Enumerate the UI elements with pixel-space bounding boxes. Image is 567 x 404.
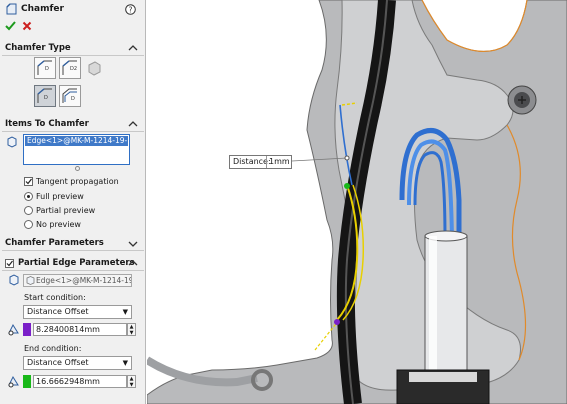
part-model-graphic <box>147 0 567 404</box>
full-preview-label: Full preview <box>36 192 84 201</box>
chamfer-type-offset-face-button[interactable]: D <box>59 85 81 107</box>
panel-title: Chamfer <box>21 4 64 14</box>
listbox-resize-handle[interactable] <box>75 166 80 171</box>
vertex-chamfer-icon[interactable] <box>86 60 102 76</box>
no-preview-label: No preview <box>36 220 81 229</box>
edge-selection-icon <box>7 136 17 148</box>
svg-text:D: D <box>71 96 75 102</box>
section-items-to-chamfer[interactable]: Items To Chamfer <box>2 117 144 132</box>
end-distance-spinner[interactable]: ▲ ▼ <box>127 375 136 388</box>
ok-check-icon[interactable] <box>5 20 16 31</box>
end-color-swatch <box>23 375 31 388</box>
partial-preview-label: Partial preview <box>36 206 96 215</box>
partial-edge-checkbox[interactable] <box>5 259 14 268</box>
edge-icon <box>9 274 19 286</box>
chamfer-feature-icon <box>6 3 17 15</box>
section-partial-edge-parameters[interactable]: Partial Edge Parameters <box>2 256 144 271</box>
end-condition-select[interactable]: Distance Offset ▼ <box>23 356 132 370</box>
chevron-up-icon[interactable] <box>128 117 138 132</box>
distance-distance-icon: D2 <box>62 60 77 75</box>
selected-edge-item[interactable]: Edge<1>@MK-M-1214-19-1 <box>25 136 128 146</box>
check-icon <box>6 260 13 267</box>
chevron-up-icon[interactable] <box>128 256 138 271</box>
graphics-viewport[interactable] <box>147 0 567 404</box>
svg-text:D: D <box>44 95 48 101</box>
distance-callout-value[interactable]: 1mm <box>266 156 291 168</box>
distance-callout[interactable]: Distance: 1mm <box>229 155 292 169</box>
partial-edge-field[interactable]: Edge<1>@MK-M-1214-19- <box>23 274 132 287</box>
property-manager-panel: Chamfer ? Chamfer Type D D2 D D Items To… <box>0 0 146 404</box>
end-distance-input[interactable]: 16.6662948mm <box>33 375 127 388</box>
start-distance-icon <box>8 323 19 336</box>
start-distance-spinner[interactable]: ▲ ▼ <box>127 323 136 336</box>
end-condition-label: End condition: <box>24 344 82 353</box>
edge-selection-listbox[interactable]: Edge<1>@MK-M-1214-19-1 <box>23 134 130 165</box>
start-color-swatch <box>23 323 31 336</box>
partial-edge-value: Edge<1>@MK-M-1214-19- <box>36 276 132 285</box>
chevron-up-icon[interactable] <box>128 41 138 56</box>
chamfer-type-equal-distance-button[interactable]: D <box>34 85 56 107</box>
property-manager-header: Chamfer ? <box>0 0 145 36</box>
partial-preview-radio[interactable] <box>24 206 33 215</box>
full-preview-radio[interactable] <box>24 192 33 201</box>
chamfer-type-distance-distance-button[interactable]: D2 <box>59 57 81 79</box>
angle-distance-icon: D <box>37 60 52 75</box>
start-distance-input[interactable]: 8.28400814mm <box>33 323 127 336</box>
section-chamfer-type[interactable]: Chamfer Type <box>2 41 144 56</box>
no-preview-radio[interactable] <box>24 220 33 229</box>
section-title: Items To Chamfer <box>5 119 89 129</box>
edge-icon <box>26 276 35 285</box>
start-condition-value: Distance Offset <box>27 307 89 316</box>
cancel-x-icon[interactable] <box>22 21 32 31</box>
offset-face-icon: D <box>62 88 77 103</box>
check-icon <box>25 178 32 185</box>
chevron-down-icon[interactable] <box>128 236 138 251</box>
chamfer-type-angle-distance-button[interactable]: D <box>34 57 56 79</box>
help-icon[interactable]: ? <box>125 4 136 15</box>
chevron-down-icon: ▼ <box>122 308 128 316</box>
tangent-propagation-label: Tangent propagation <box>36 177 119 186</box>
svg-text:?: ? <box>129 5 133 14</box>
section-title: Chamfer Parameters <box>5 238 104 248</box>
equal-distance-icon: D <box>37 88 52 103</box>
end-condition-value: Distance Offset <box>27 358 89 367</box>
chevron-down-icon: ▼ <box>122 359 128 367</box>
section-title: Chamfer Type <box>5 43 71 53</box>
svg-text:D2: D2 <box>70 66 77 72</box>
start-condition-label: Start condition: <box>24 293 86 302</box>
section-next-collapsed[interactable] <box>2 398 144 404</box>
section-title: Partial Edge Parameters <box>18 258 135 268</box>
section-chamfer-parameters[interactable]: Chamfer Parameters <box>2 236 144 251</box>
end-distance-icon <box>8 375 19 388</box>
start-condition-select[interactable]: Distance Offset ▼ <box>23 305 132 319</box>
tangent-propagation-checkbox[interactable] <box>24 177 33 186</box>
svg-text:D: D <box>45 66 49 72</box>
